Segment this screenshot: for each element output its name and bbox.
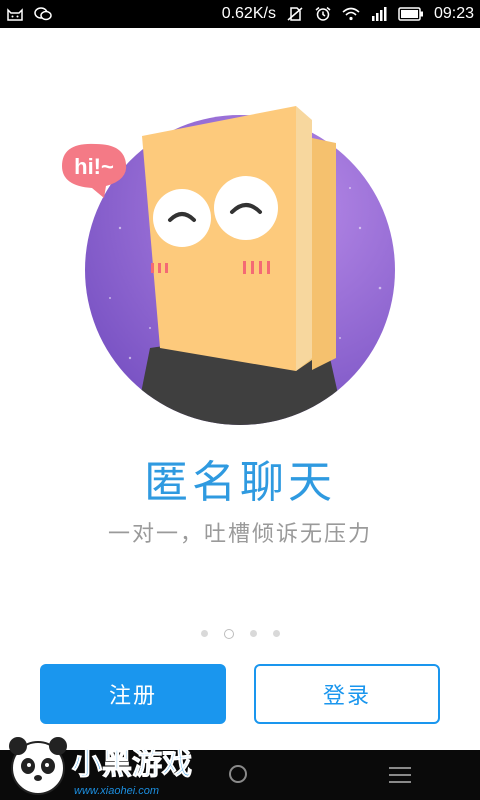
- xiaohei-watermark-logo: 小黑游戏 www.xiaohei.com: [9, 737, 193, 798]
- signal-icon: [371, 7, 387, 21]
- brand-url: www.xiaohei.com: [74, 785, 159, 797]
- speech-bubble-text: hi!~: [74, 154, 114, 179]
- wifi-icon: [342, 7, 360, 21]
- alarm-icon: [315, 7, 331, 21]
- clock: 09:23: [433, 5, 474, 22]
- battery-icon: [398, 7, 423, 21]
- page-dot[interactable]: [200, 630, 208, 637]
- menu-icon[interactable]: [389, 767, 411, 783]
- brand-text: 小黑游戏: [72, 747, 192, 782]
- chat-notification-icon: [34, 7, 52, 21]
- page-dot-active[interactable]: [223, 629, 234, 639]
- brand-wordmark: 小黑游戏 www.xiaohei.com: [72, 747, 193, 798]
- page-dot[interactable]: [249, 630, 257, 637]
- panda-mascot-icon: [9, 737, 67, 795]
- feature-title: 匿名聊天: [144, 457, 336, 508]
- hero-illustration: hi!~: [62, 106, 395, 425]
- cat-notification-icon: [7, 8, 23, 21]
- register-button[interactable]: 注册: [40, 664, 226, 724]
- page-indicator: [0, 629, 480, 639]
- status-bar-right: 0.62K/s 09:23: [222, 5, 474, 23]
- page-dot[interactable]: [272, 630, 280, 637]
- network-speed: 0.62K/s: [221, 5, 276, 22]
- status-bar: 0.62K/s 09:23: [0, 0, 480, 28]
- feature-subtitle: 一对一，吐槽倾诉无压力: [107, 522, 372, 547]
- no-sim-icon: [287, 7, 303, 21]
- status-bar-left: [6, 7, 52, 21]
- home-icon[interactable]: [229, 765, 247, 783]
- login-button[interactable]: 登录: [254, 664, 440, 724]
